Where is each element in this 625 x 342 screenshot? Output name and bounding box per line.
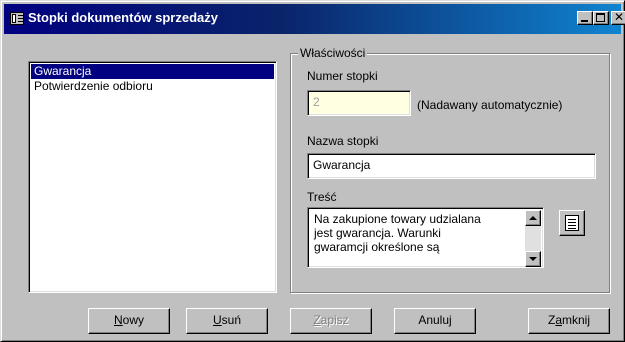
close-icon: ✕ — [613, 10, 625, 24]
scroll-down-button[interactable] — [525, 251, 541, 267]
notepad-icon — [565, 215, 579, 231]
close-button[interactable]: Zamknij — [528, 308, 610, 334]
save-mnemonic: Z — [313, 313, 321, 327]
name-label: Nazwa stopki — [307, 134, 379, 148]
number-label: Numer stopki — [307, 69, 378, 83]
content-line: Na zakupione towary udzialana — [314, 212, 481, 226]
list-item-potwierdzenie-odbioru[interactable]: Potwierdzenie odbioru — [31, 79, 274, 94]
content-scrollbar[interactable] — [525, 210, 541, 267]
save-label: apisz — [320, 313, 349, 327]
minimize-button[interactable] — [577, 11, 593, 25]
number-hint: (Nadawany automatycznie) — [417, 98, 563, 112]
properties-group-label: Właściwości — [298, 46, 368, 60]
close-mnemonic: a — [555, 313, 562, 327]
minimize-icon — [581, 20, 588, 22]
number-field: 2 — [307, 90, 411, 116]
content-textarea[interactable]: Na zakupione towary udzialana jest gwara… — [307, 207, 544, 268]
content-label: Treść — [307, 190, 337, 204]
window-title: Stopki dokumentów sprzedaży — [28, 10, 218, 25]
new-label: owy — [122, 313, 144, 327]
save-button[interactable]: Zapisz — [290, 308, 372, 334]
scroll-up-button[interactable] — [525, 210, 541, 226]
new-mnemonic: N — [113, 313, 123, 327]
dialog-window: Stopki dokumentów sprzedaży ✕ Gwarancja … — [0, 0, 625, 342]
title-bar[interactable]: Stopki dokumentów sprzedaży ✕ — [4, 4, 625, 34]
maximize-icon — [596, 13, 605, 22]
close-window-button[interactable]: ✕ — [611, 10, 625, 25]
footers-listbox[interactable]: Gwarancja Potwierdzenie odbioru — [28, 61, 277, 293]
properties-group: Właściwości Numer stopki 2 (Nadawany aut… — [290, 46, 610, 293]
delete-button[interactable]: Usuń — [186, 308, 268, 334]
cancel-button[interactable]: Anuluj — [394, 308, 476, 334]
delete-mnemonic: U — [212, 313, 222, 327]
name-field[interactable]: Gwarancja — [307, 153, 596, 179]
content-line: jest gwarancja. Warunki — [314, 226, 441, 240]
arrow-up-icon — [529, 216, 537, 220]
edit-content-button[interactable] — [559, 210, 585, 236]
maximize-button[interactable] — [593, 11, 609, 25]
close-label: mknij — [562, 313, 591, 327]
new-button[interactable]: Nowy — [88, 308, 170, 334]
list-item-gwarancja[interactable]: Gwarancja — [31, 64, 274, 79]
list-window-icon[interactable] — [10, 12, 24, 25]
content-line: gwaramcji określone są — [314, 240, 440, 254]
delete-label: suń — [221, 313, 242, 327]
content-text: Na zakupione towary udzialana jest gwara… — [314, 212, 526, 254]
arrow-down-icon — [529, 257, 537, 261]
